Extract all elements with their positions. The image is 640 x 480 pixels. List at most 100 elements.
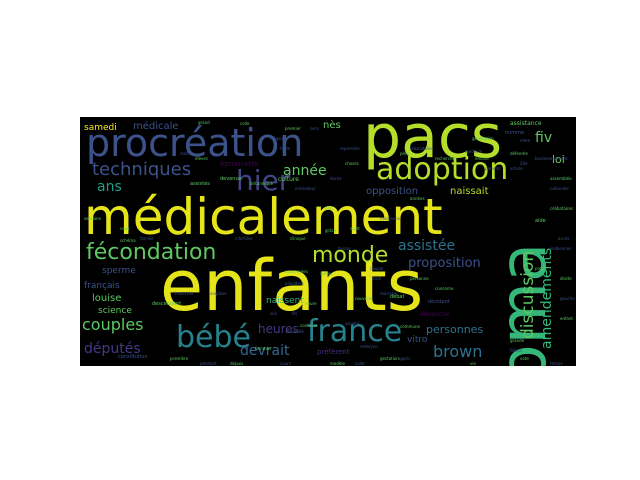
- word-dimanche: dimanche: [420, 311, 450, 318]
- word-personnes: personnes: [426, 323, 484, 336]
- word-temps: temps: [550, 361, 563, 366]
- word-choses: choses: [345, 161, 359, 166]
- word-reprendre: reprendre: [340, 146, 360, 151]
- word-assistance: assistance: [510, 120, 542, 127]
- word-vitro: vitro: [407, 335, 428, 345]
- word-heure: heure: [305, 301, 317, 306]
- word-encore: encore: [475, 156, 489, 161]
- word-commune: commune: [400, 324, 420, 329]
- word-cloud: enfants médicalement pacs pma procréatio…: [80, 117, 576, 366]
- word-naissance: naissance: [380, 216, 400, 221]
- word-anglaise: anglaise: [210, 291, 227, 296]
- word-auteur: auteur: [320, 271, 334, 276]
- word-defendre: défendre: [510, 151, 528, 156]
- word-celibataires: célibataires: [550, 206, 574, 211]
- word-continue: continue: [300, 323, 318, 328]
- word-loin: loin: [270, 311, 278, 316]
- word-assistee: assistée: [398, 238, 456, 254]
- word-mariage: mariage: [380, 291, 397, 296]
- word-clinique: clinique: [290, 236, 306, 241]
- word-culture: culture: [278, 176, 299, 183]
- word-texte: texte: [280, 146, 291, 151]
- word-20e: 20e: [520, 161, 528, 166]
- word-modele: modèle: [330, 361, 345, 366]
- word-grande: grande: [510, 338, 525, 343]
- word-premier: premier: [285, 126, 301, 131]
- word-suite: suite: [355, 361, 365, 366]
- word-acces: accès: [558, 236, 570, 241]
- word-eleves: élèves: [195, 156, 208, 161]
- word-fabius: fabius: [510, 348, 523, 353]
- word-sperme: sperme: [102, 266, 136, 276]
- word-droite: droite: [560, 276, 572, 281]
- word-semaine: semaine: [84, 216, 101, 221]
- word-concernees: concernées: [285, 269, 308, 274]
- word-droit: droit: [372, 276, 382, 281]
- word-president: président: [285, 281, 304, 286]
- word-pere: père: [400, 151, 410, 156]
- word-article: article: [510, 166, 523, 171]
- word-descendant: descendant: [152, 301, 182, 307]
- word-grace: grâce: [325, 228, 337, 233]
- word-preferent: préfèrent: [317, 348, 350, 356]
- word-sujet: sujet: [350, 226, 360, 231]
- word-rapport: rapport: [270, 136, 285, 141]
- word-eprouvette: éprouvette: [220, 160, 259, 168]
- word-embryon: embryon: [360, 344, 378, 349]
- word-science: science: [98, 306, 132, 316]
- word-assistes: assistés: [190, 181, 210, 187]
- word-premiere: première: [170, 356, 189, 361]
- word-generation: génération: [472, 136, 494, 141]
- word-fiv: fiv: [535, 130, 553, 146]
- word-600: 600: [325, 206, 333, 211]
- word-medicale: médicale: [133, 121, 179, 132]
- word-matin: matin: [180, 151, 192, 156]
- word-mere: mère: [520, 138, 531, 143]
- word-constitution: constitution: [118, 354, 148, 360]
- word-celle: celle: [240, 121, 250, 126]
- word-ceux: ceux: [120, 226, 130, 231]
- word-homme: homme: [505, 130, 525, 136]
- word-proposition: proposition: [408, 256, 481, 271]
- word-concerne: concerne: [435, 286, 454, 291]
- word-personne: personne: [410, 276, 429, 281]
- word-fin: fin: [292, 311, 298, 316]
- word-famille: famille: [140, 236, 154, 241]
- word-couple: couple: [370, 266, 384, 271]
- word-assemblee: assemblée: [550, 176, 572, 181]
- word-parents: parents: [485, 166, 501, 171]
- word-ordinateur: ordinateur: [295, 186, 316, 191]
- word-sera: sera: [310, 126, 319, 131]
- word-annees: années: [410, 196, 425, 201]
- word-brown: brown: [433, 342, 483, 361]
- word-medecin: médecin: [465, 149, 483, 154]
- word-baisse: baisse: [338, 246, 351, 251]
- word-demande: demandé: [285, 329, 304, 334]
- word-nes: nès: [323, 120, 341, 131]
- word-infertiles: infertiles: [235, 236, 253, 241]
- word-depuis: depuis: [230, 361, 244, 366]
- word-grand: grand: [198, 120, 210, 125]
- word-femmes: femmes: [255, 346, 272, 351]
- word-louise: louise: [92, 293, 122, 304]
- word-francais: français: [84, 281, 120, 291]
- word-pendant: pendant: [200, 361, 217, 366]
- word-vote: vote: [520, 356, 529, 361]
- word-fecondation: fécondation: [86, 240, 217, 265]
- word-decidant: décidant: [428, 299, 450, 305]
- word-naissent: naissent: [266, 296, 304, 306]
- word-ans: ans: [97, 179, 122, 195]
- word-projet: projet: [535, 266, 547, 271]
- word-amendements: amendements: [539, 247, 555, 349]
- word-discussion: discussion: [518, 250, 538, 339]
- word-aide: aide: [535, 218, 546, 224]
- word-lesbiennes: lesbiennes: [550, 246, 572, 251]
- word-nationale: nationale: [550, 186, 569, 191]
- word-enfant: enfant: [560, 316, 573, 321]
- word-cours: cours: [280, 361, 291, 366]
- word-inscrire: inscrire: [175, 291, 194, 297]
- word-gauche: gauche: [560, 296, 575, 301]
- word-schema: schéma: [120, 238, 136, 243]
- word-couples: couples: [82, 315, 144, 334]
- word-bouleversement: bouleversement: [535, 156, 568, 161]
